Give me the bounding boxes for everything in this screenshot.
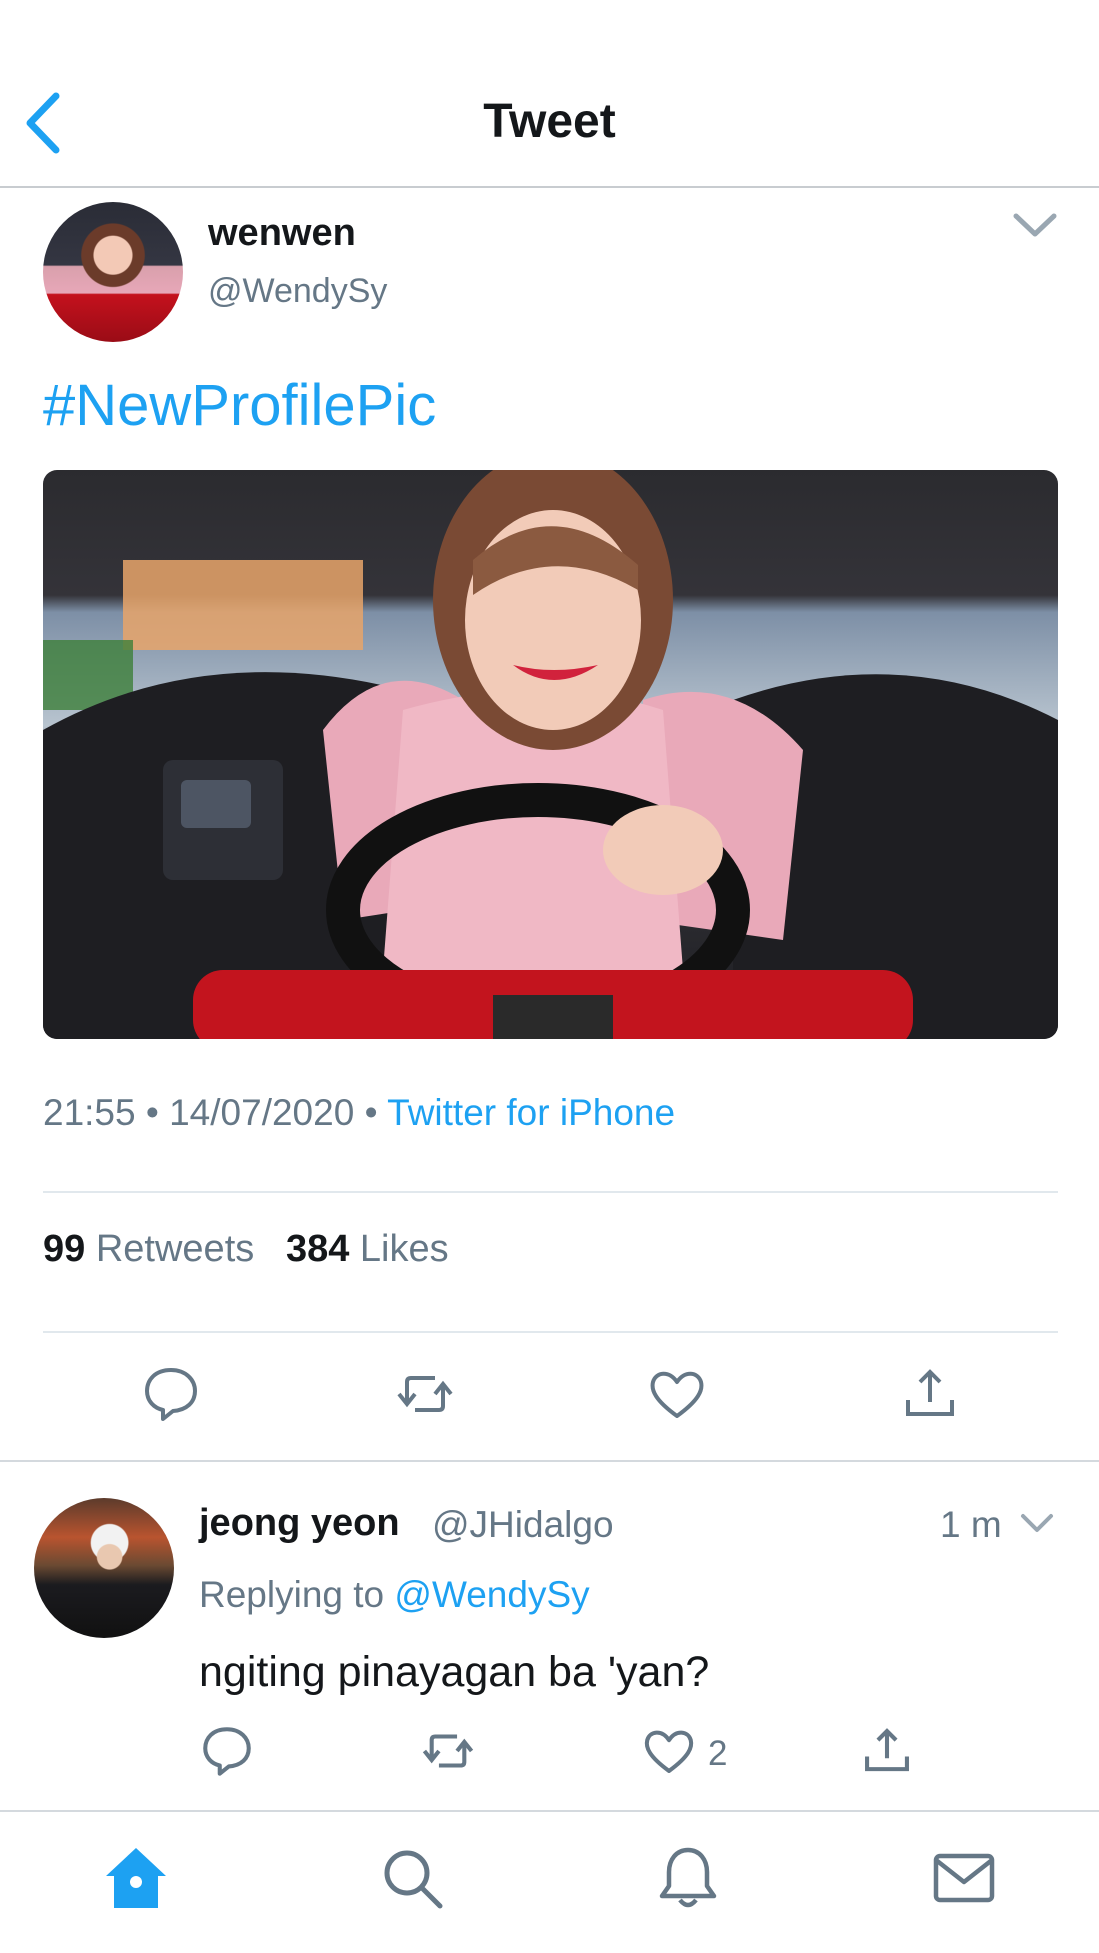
messages-icon[interactable]	[928, 1842, 1000, 1914]
home-icon[interactable]	[100, 1842, 172, 1914]
like-icon[interactable]	[640, 1722, 698, 1780]
retweets-stat[interactable]: 99 Retweets	[43, 1228, 254, 1270]
divider	[43, 1331, 1058, 1333]
notifications-icon[interactable]	[652, 1842, 724, 1914]
reply-icon[interactable]	[198, 1722, 256, 1780]
search-icon[interactable]	[376, 1842, 448, 1914]
page-title: Tweet	[483, 95, 616, 148]
reply-author-name[interactable]: jeong yeon	[199, 1502, 400, 1545]
reply-icon[interactable]	[139, 1362, 203, 1426]
avatar[interactable]	[43, 202, 183, 342]
likes-stat[interactable]: 384 Likes	[286, 1228, 449, 1270]
author-name[interactable]: wenwen	[208, 212, 356, 255]
chevron-down-icon[interactable]	[1018, 1510, 1056, 1538]
likes-count: 384	[285, 1228, 350, 1270]
reply-like-count: 2	[708, 1734, 728, 1773]
tweet-date: 14/07/2020	[169, 1092, 355, 1133]
retweet-icon[interactable]	[419, 1722, 477, 1780]
tweet-meta: 21:55 • 14/07/2020 • Twitter for iPhone	[43, 1092, 675, 1134]
reply-author-handle[interactable]: @JHidalgo	[432, 1504, 614, 1546]
reply-timestamp: 1 m	[940, 1504, 1002, 1545]
retweets-label: Retweets	[95, 1228, 255, 1270]
author-handle[interactable]: @WendySy	[208, 272, 387, 311]
share-icon[interactable]	[898, 1362, 962, 1426]
likes-label: Likes	[359, 1228, 449, 1270]
tweet-source-link[interactable]: Twitter for iPhone	[387, 1092, 675, 1133]
tab-bar	[0, 1810, 1099, 1953]
share-icon[interactable]	[858, 1722, 916, 1780]
chevron-down-icon[interactable]	[1010, 208, 1060, 242]
like-icon[interactable]	[645, 1362, 709, 1426]
header: Tweet	[0, 0, 1099, 188]
hashtag-link[interactable]: #NewProfilePic	[43, 372, 436, 439]
replying-prefix: Replying to	[199, 1574, 385, 1615]
reply-text: ngiting pinayagan ba 'yan?	[199, 1648, 710, 1696]
tweet-stats: 99 Retweets 384 Likes	[43, 1228, 449, 1271]
replying-mention-link[interactable]: @WendySy	[394, 1574, 589, 1615]
tweet-photo[interactable]	[43, 470, 1058, 1039]
tweet-time: 21:55	[43, 1092, 136, 1133]
meta-separator: •	[145, 1092, 170, 1133]
divider	[0, 1460, 1099, 1462]
meta-separator: •	[364, 1092, 388, 1133]
retweets-count: 99	[43, 1228, 86, 1270]
replying-to: Replying to @WendySy	[199, 1574, 590, 1616]
divider	[43, 1191, 1058, 1193]
retweet-icon[interactable]	[393, 1362, 457, 1426]
reply-avatar[interactable]	[34, 1498, 174, 1638]
